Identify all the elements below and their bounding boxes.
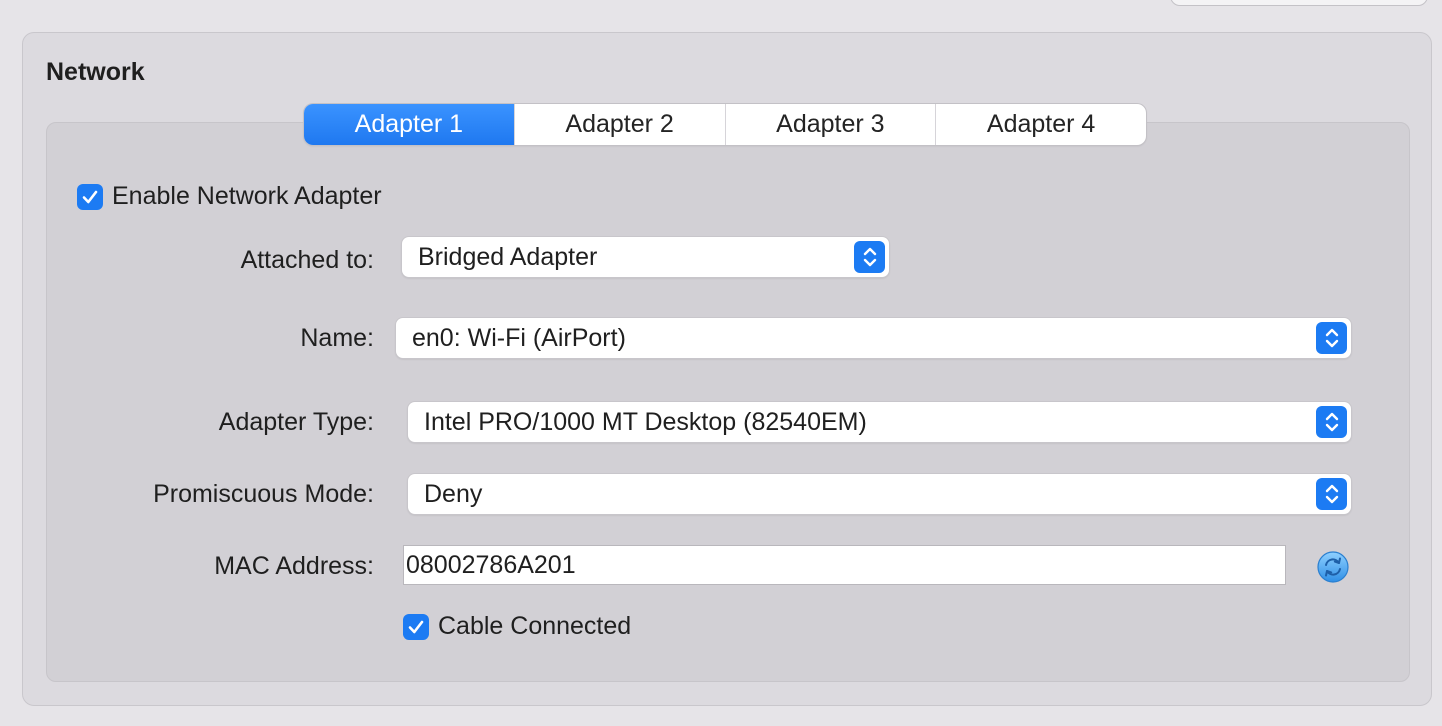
tab-adapter-2[interactable]: Adapter 2: [513, 104, 725, 145]
adapter-type-value: Intel PRO/1000 MT Desktop (82540EM): [424, 408, 867, 436]
attached-to-label: Attached to:: [240, 246, 374, 274]
attached-to-popup[interactable]: Bridged Adapter: [402, 237, 889, 277]
name-label: Name:: [300, 324, 374, 352]
chevron-up-down-icon: [1316, 322, 1347, 354]
refresh-mac-icon: [1317, 551, 1349, 583]
cable-connected-checkbox[interactable]: [403, 614, 429, 640]
adapter-type-popup[interactable]: Intel PRO/1000 MT Desktop (82540EM): [408, 402, 1351, 442]
top-partial-control[interactable]: [1170, 0, 1428, 6]
chevron-up-down-icon: [1316, 406, 1347, 438]
chevron-up-down-icon: [1316, 478, 1347, 510]
enable-network-adapter-label: Enable Network Adapter: [112, 182, 382, 210]
network-group-title: Network: [46, 58, 145, 86]
refresh-mac-button[interactable]: [1316, 550, 1350, 584]
enable-network-adapter-checkbox[interactable]: [77, 184, 103, 210]
adapter-type-label: Adapter Type:: [218, 408, 374, 436]
cable-connected-label: Cable Connected: [438, 612, 632, 640]
attached-to-value: Bridged Adapter: [418, 243, 598, 271]
mac-address-label: MAC Address:: [214, 552, 374, 580]
promiscuous-mode-value: Deny: [424, 480, 483, 508]
checkmark-icon: [82, 190, 98, 204]
name-popup[interactable]: en0: Wi-Fi (AirPort): [396, 318, 1351, 358]
checkmark-icon: [408, 620, 424, 634]
chevron-up-down-icon: [854, 241, 885, 273]
adapter-tabs: Adapter 1 Adapter 2 Adapter 3 Adapter 4: [304, 104, 1146, 145]
tab-adapter-1[interactable]: Adapter 1: [304, 104, 514, 145]
name-value: en0: Wi-Fi (AirPort): [412, 324, 626, 352]
promiscuous-mode-label: Promiscuous Mode:: [153, 480, 374, 508]
mac-address-field[interactable]: [403, 545, 1286, 585]
promiscuous-mode-popup[interactable]: Deny: [408, 474, 1351, 514]
tab-adapter-4[interactable]: Adapter 4: [935, 104, 1146, 145]
tab-adapter-3[interactable]: Adapter 3: [724, 104, 936, 145]
